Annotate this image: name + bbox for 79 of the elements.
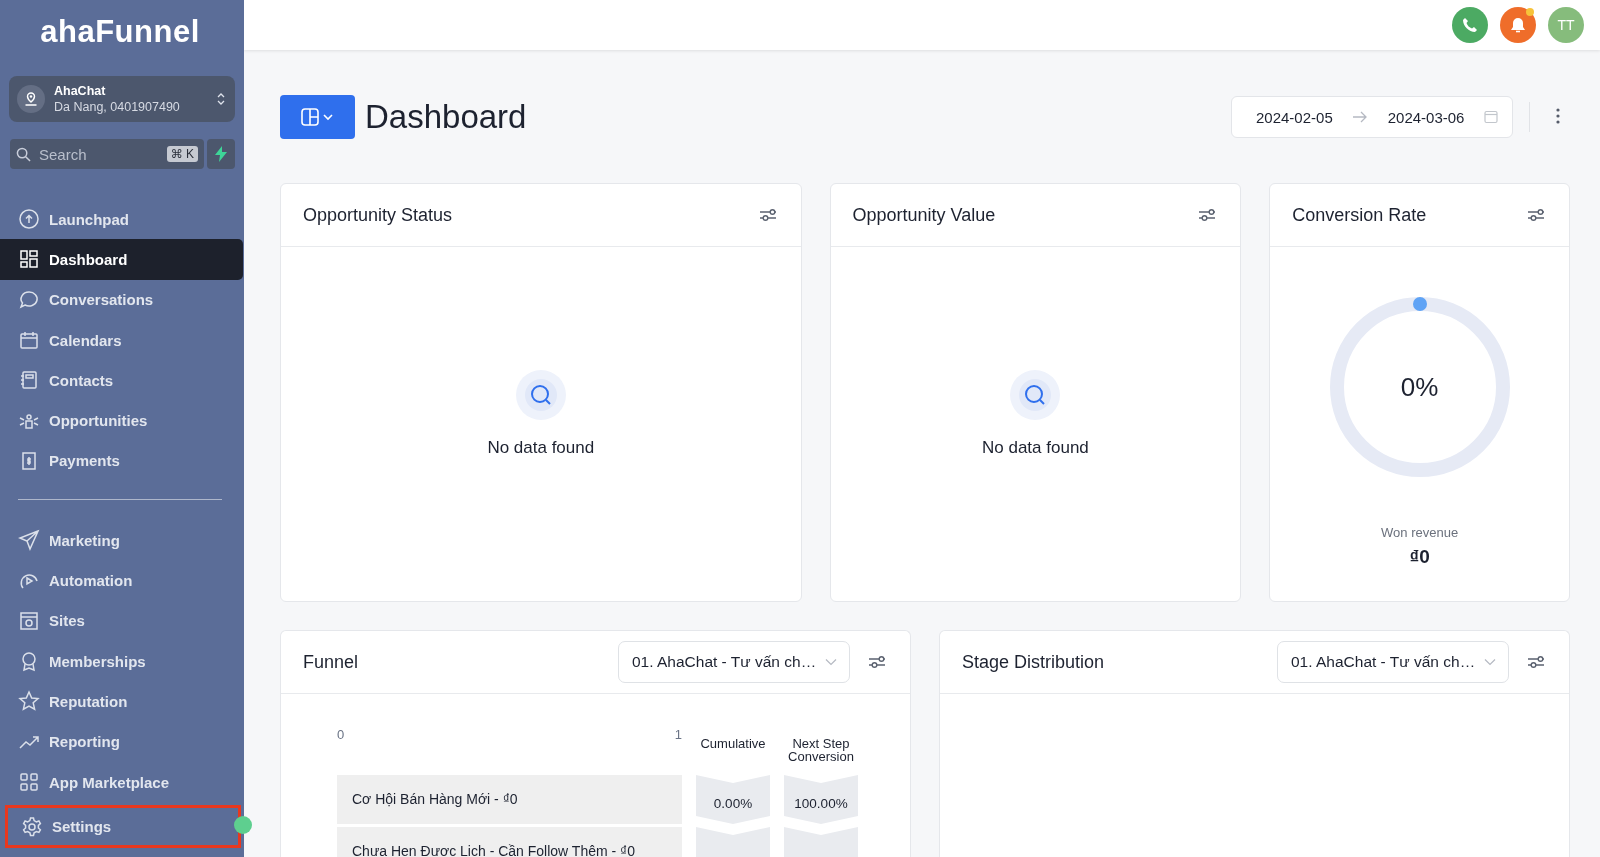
phone-icon [1462,17,1478,33]
nav-icon [18,529,40,552]
card-title: Opportunity Status [303,204,453,226]
nav-item[interactable]: Opportunities [0,400,244,441]
account-name: AhaChat [54,83,107,99]
won-revenue-label: Won revenue [1381,525,1459,540]
nav-icon [18,248,40,271]
calendar-icon [1483,110,1498,124]
nav-item[interactable]: Launchpad [0,199,244,240]
filter-button[interactable] [866,653,888,671]
start-date: 2024-02-05 [1256,108,1333,126]
axis-tick: 0 [337,727,345,742]
nav-icon [18,288,40,311]
nav-item[interactable]: Memberships [0,640,244,682]
end-date: 2024-03-06 [1387,108,1465,126]
user-avatar[interactable]: TT [1548,7,1584,43]
logo: ahaFunnel [40,14,200,50]
card-title: Opportunity Value [852,204,996,226]
empty-message: No data found [487,438,595,458]
nav-icon [18,208,40,231]
pipeline-dropdown[interactable]: 01. AhaChat - Tư vấn ch… [618,641,850,683]
nav-item[interactable]: App Marketplace [0,761,244,803]
settings-icon [21,815,43,838]
conversion-cell: 100.00% [784,775,858,824]
funnel-stage: Cơ Hội Bán Hàng Mới - ₫0 [337,775,682,824]
location-icon [17,85,45,113]
account-address: Da Nang, 0401907490 [54,99,181,115]
kebab-icon [1556,107,1560,124]
search-input[interactable]: Search [37,144,161,164]
column-header: Cumulative [699,737,767,750]
chevron-down-icon [825,658,837,666]
search-icon [515,370,566,420]
card-title: Funnel [303,651,359,673]
account-switcher[interactable]: AhaChat Da Nang, 0401907490 [9,76,235,122]
nav-item[interactable]: Reporting [0,721,244,762]
nav-item[interactable]: Payments [0,440,244,482]
nav-item[interactable]: Contacts [0,360,244,401]
search-field[interactable]: Search ⌘ K [10,139,204,169]
bell-icon [1509,16,1527,34]
arrow-icon [1352,111,1369,123]
nav-icon [18,771,40,793]
filter-button[interactable] [1525,206,1547,224]
layout-icon [299,107,336,127]
quick-action-button[interactable] [207,139,235,169]
won-revenue-amount: ₫0 [1409,546,1430,568]
card-title: Stage Distribution [962,651,1105,673]
nav-icon [18,609,40,632]
nav-icon [18,369,40,392]
settings-nav-item[interactable]: Settings [5,805,241,848]
collapse-handle[interactable] [234,816,252,834]
chevron-down-icon [1484,658,1496,666]
nav-icon [18,690,40,713]
nav-item[interactable]: Dashboard [0,239,243,280]
date-range-field[interactable]: 2024-02-05 2024-03-06 [1231,96,1513,138]
nav-item[interactable]: Sites [0,600,244,641]
chevron-updown-icon [217,92,225,106]
phone-button[interactable] [1452,7,1488,43]
pipeline-dropdown[interactable]: 01. AhaChat - Tư vấn ch… [1277,641,1509,683]
nav-item[interactable]: Marketing [0,520,244,561]
nav-item[interactable]: Calendars [0,319,244,361]
nav-item[interactable]: Automation [0,560,244,601]
nav-item[interactable]: Conversations [0,279,244,320]
nav-item[interactable]: Reputation [0,681,244,722]
filter-button[interactable] [1525,653,1547,671]
page-title: Dashboard [365,98,527,136]
search-icon [1010,370,1061,420]
nav-icon [18,329,40,352]
empty-message: No data found [982,438,1089,458]
lightning-icon [215,146,227,162]
search-icon [16,146,31,162]
axis-tick: 1 [674,727,682,742]
layout-button[interactable] [280,95,355,139]
shortcut-badge: ⌘ K [166,146,198,162]
cumulative-cell: 0.00% [696,775,770,824]
notifications-button[interactable] [1500,7,1536,43]
conversion-percent: 0% [1400,371,1439,403]
column-header: Next Step Conversion [787,737,855,763]
card-title: Conversion Rate [1292,204,1427,226]
gauge-marker [1412,297,1427,311]
